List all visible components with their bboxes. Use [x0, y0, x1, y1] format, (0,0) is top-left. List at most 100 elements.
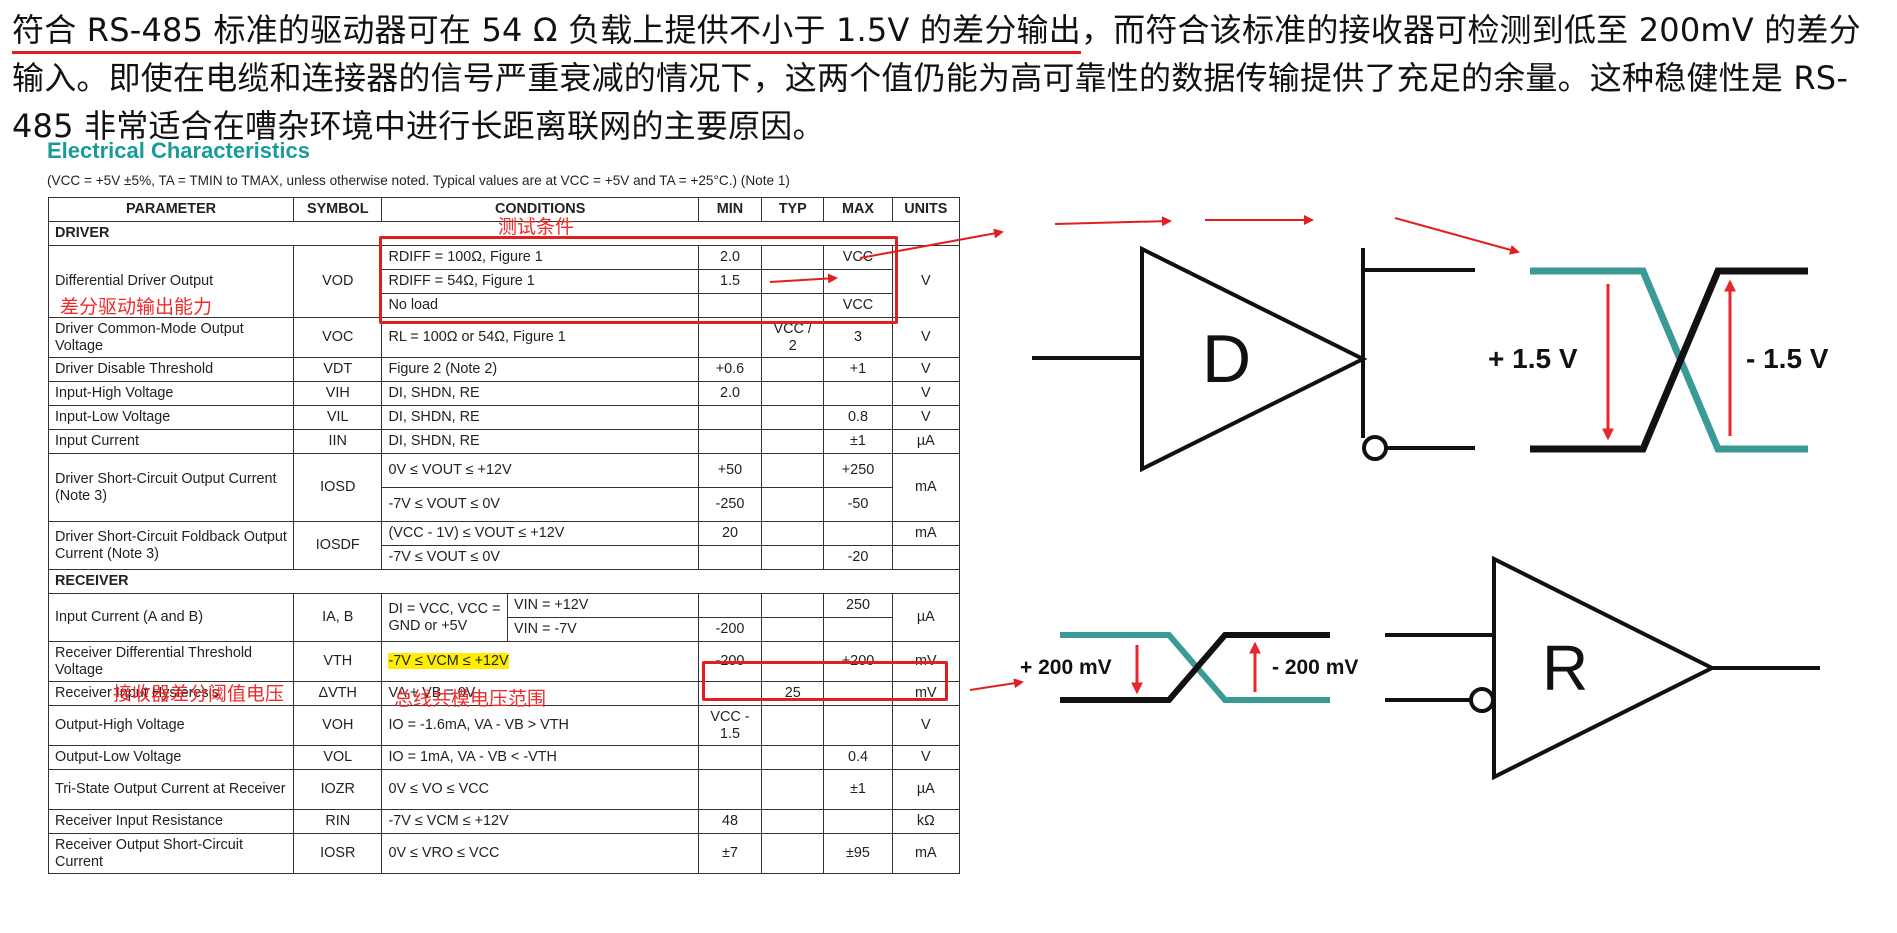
- condition-cell: 0V ≤ VO ≤ VCC: [381, 769, 699, 810]
- max-cell: +250: [823, 453, 893, 488]
- condition-cell: -7V ≤ VOUT ≤ 0V: [381, 545, 699, 570]
- annotation-receiver-threshold: 接收器差分阈值电压: [113, 683, 285, 705]
- max-cell: +1: [823, 357, 893, 382]
- header-typ: TYP: [761, 197, 825, 222]
- intro-paragraph: 符合 RS-485 标准的驱动器可在 54 Ω 负载上提供不小于 1.5V 的差…: [12, 6, 1892, 150]
- unit-cell: mA: [891, 453, 961, 522]
- table-row: Output-Low Voltage VOL IO = 1mA, VA - VB…: [47, 745, 961, 770]
- table-row: Input Current IIN DI, SHDN, RE ±1 µA: [47, 429, 961, 454]
- min-cell: +50: [697, 453, 763, 488]
- receiver-pos-label: + 200 mV: [1020, 656, 1112, 679]
- min-cell: +0.6: [697, 357, 763, 382]
- typ-cell: [761, 833, 825, 874]
- section-row-receiver: RECEIVER: [48, 569, 960, 594]
- condition-cell: -7V ≤ VCM ≤ +12V: [381, 641, 699, 682]
- symbol-cell: IOSD: [293, 453, 383, 522]
- max-cell: [823, 809, 893, 834]
- condition-cell: -7V ≤ VCM ≤ +12V: [381, 809, 699, 834]
- condition-cell: DI, SHDN, RE: [381, 429, 699, 454]
- condition-cell: DI = VCC, VCC = GND or +5V: [381, 593, 508, 642]
- param-cell: Receiver Output Short-Circuit Current: [47, 833, 295, 874]
- param-cell: Receiver Differential Threshold Voltage: [47, 641, 295, 682]
- param-cell: Input-High Voltage: [47, 381, 295, 406]
- max-cell: [823, 381, 893, 406]
- unit-cell: V: [891, 705, 961, 746]
- unit-cell: kΩ: [891, 809, 961, 834]
- symbol-cell: IOSR: [293, 833, 383, 874]
- symbol-cell: VTH: [293, 641, 383, 682]
- header-units: UNITS: [891, 197, 961, 222]
- table-row: Tri-State Output Current at Receiver IOZ…: [47, 769, 961, 810]
- receiver-waveform: [1060, 632, 1330, 703]
- condition-cell: 0V ≤ VRO ≤ VCC: [381, 833, 699, 874]
- max-cell: ±1: [823, 429, 893, 454]
- pointer-arrow: [969, 678, 1024, 691]
- condition-cell: VIN = +12V: [506, 593, 699, 618]
- unit-cell: µA: [891, 593, 961, 642]
- unit-cell: µA: [891, 769, 961, 810]
- header-min: MIN: [697, 197, 763, 222]
- annotation-driver-ability: 差分驱动输出能力: [60, 296, 213, 318]
- param-cell: Driver Disable Threshold: [47, 357, 295, 382]
- typ-cell: [761, 429, 825, 454]
- max-cell: 250: [823, 593, 893, 618]
- symbol-cell: IIN: [293, 429, 383, 454]
- min-cell: -250: [697, 487, 763, 522]
- unit-cell: V: [891, 245, 961, 318]
- max-cell: ±95: [823, 833, 893, 874]
- test-conditions-box: [379, 236, 898, 324]
- driver-waveform: [1530, 267, 1808, 453]
- param-cell: Tri-State Output Current at Receiver: [47, 769, 295, 810]
- param-cell: Driver Common-Mode Output Voltage: [47, 317, 295, 358]
- table-row: Driver Short-Circuit Foldback Output Cur…: [47, 521, 961, 570]
- min-cell: [697, 405, 763, 430]
- condition-cell: IO = 1mA, VA - VB < -VTH: [381, 745, 699, 770]
- symbol-cell: VIH: [293, 381, 383, 406]
- param-cell: Driver Short-Circuit Foldback Output Cur…: [47, 521, 295, 570]
- typ-cell: [761, 617, 825, 642]
- table-row: Input Current (A and B) IA, B DI = VCC, …: [47, 593, 961, 642]
- typ-cell: [761, 705, 825, 746]
- receiver-arrows: [1131, 641, 1261, 695]
- unit-cell: µA: [891, 429, 961, 454]
- unit-cell: mA: [891, 833, 961, 874]
- typ-cell: [761, 521, 825, 546]
- symbol-cell: IOSDF: [293, 521, 383, 570]
- condition-cell: IO = -1.6mA, VA - VB > VTH: [381, 705, 699, 746]
- max-cell: [823, 705, 893, 746]
- typ-cell: [761, 487, 825, 522]
- condition-cell: DI, SHDN, RE: [381, 381, 699, 406]
- symbol-cell: VOC: [293, 317, 383, 358]
- unit-cell: [891, 545, 961, 570]
- highlighted-condition: -7V ≤ VCM ≤ +12V: [388, 653, 509, 669]
- min-cell: -200: [697, 617, 763, 642]
- header-symbol: SYMBOL: [293, 197, 383, 222]
- param-cell: Input Current: [47, 429, 295, 454]
- min-cell: 48: [697, 809, 763, 834]
- typ-cell: [761, 357, 825, 382]
- condition-cell: VIN = -7V: [506, 617, 699, 642]
- table-row: Receiver Output Short-Circuit Current IO…: [47, 833, 961, 874]
- symbol-cell: IA, B: [293, 593, 383, 642]
- min-cell: 20: [697, 521, 763, 546]
- typ-cell: [761, 769, 825, 810]
- typ-cell: [761, 381, 825, 406]
- typ-cell: [761, 405, 825, 430]
- symbol-cell: IOZR: [293, 769, 383, 810]
- section-receiver: RECEIVER: [48, 569, 960, 594]
- condition-cell: DI, SHDN, RE: [381, 405, 699, 430]
- annotation-test-conditions: 测试条件: [498, 216, 575, 238]
- symbol-cell: VOL: [293, 745, 383, 770]
- max-cell: [823, 521, 893, 546]
- table-row: Input-High Voltage VIH DI, SHDN, RE 2.0 …: [47, 381, 961, 406]
- receiver-threshold-box: [702, 661, 948, 701]
- symbol-cell: ΔVTH: [293, 681, 383, 706]
- header-parameter: PARAMETER: [47, 197, 295, 222]
- pointer-arrow: [1054, 216, 1172, 227]
- unit-cell: V: [891, 357, 961, 382]
- max-cell: 0.8: [823, 405, 893, 430]
- symbol-cell: VOD: [293, 245, 383, 318]
- min-cell: ±7: [697, 833, 763, 874]
- param-cell: Receiver Input Resistance: [47, 809, 295, 834]
- max-cell: [823, 617, 893, 642]
